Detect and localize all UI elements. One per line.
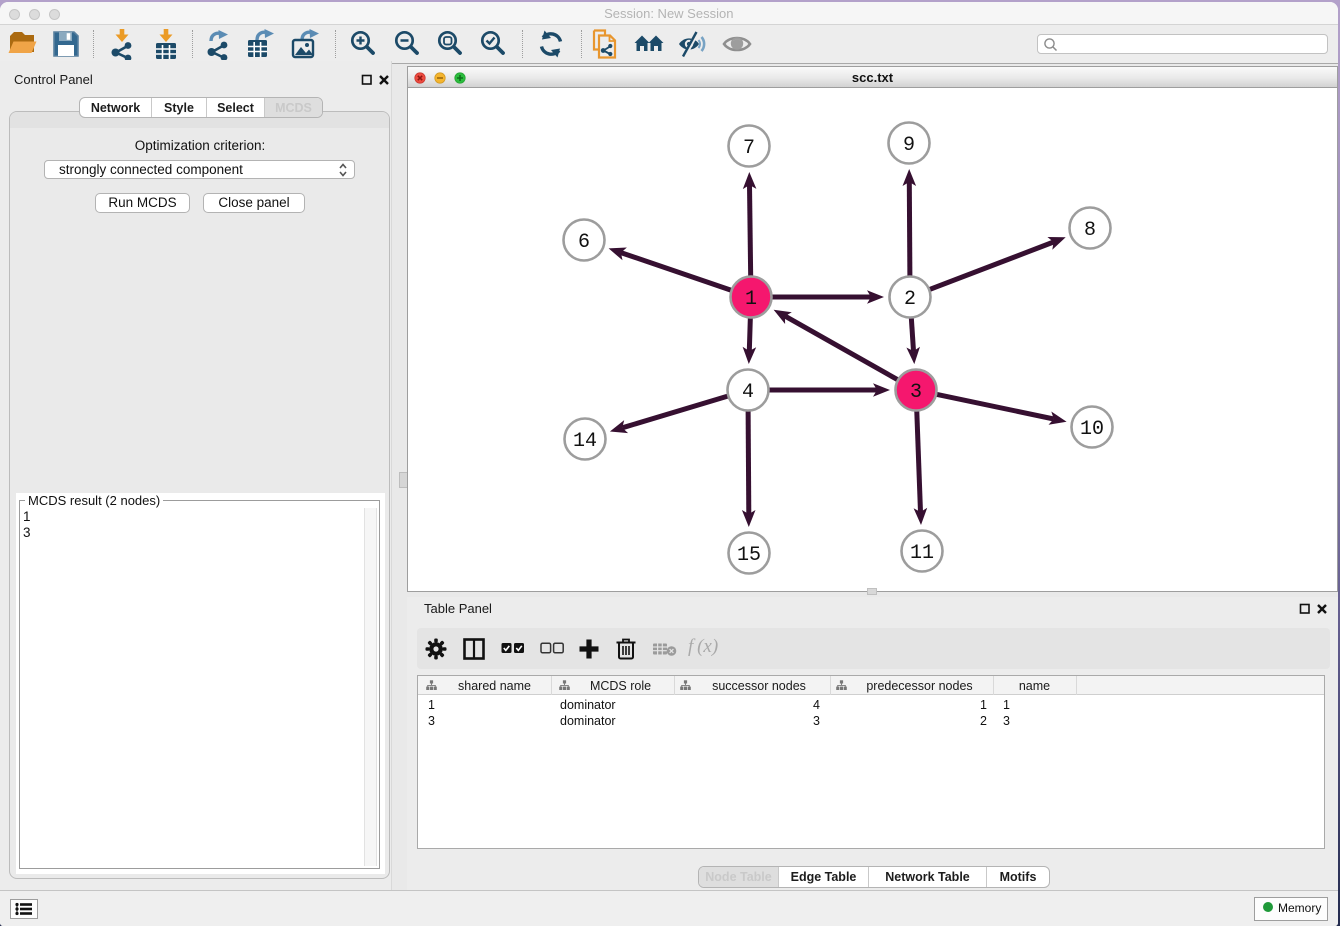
svg-text:3: 3 [910, 381, 922, 404]
svg-text:2: 2 [904, 288, 916, 311]
svg-text:10: 10 [1080, 418, 1104, 441]
svg-text:14: 14 [573, 430, 597, 453]
svg-text:4: 4 [742, 381, 754, 404]
svg-text:6: 6 [578, 231, 590, 254]
svg-text:8: 8 [1084, 219, 1096, 242]
svg-text:1: 1 [745, 288, 757, 311]
svg-text:15: 15 [737, 544, 761, 567]
svg-text:7: 7 [743, 137, 755, 160]
svg-text:9: 9 [903, 134, 915, 157]
svg-text:11: 11 [910, 542, 934, 565]
